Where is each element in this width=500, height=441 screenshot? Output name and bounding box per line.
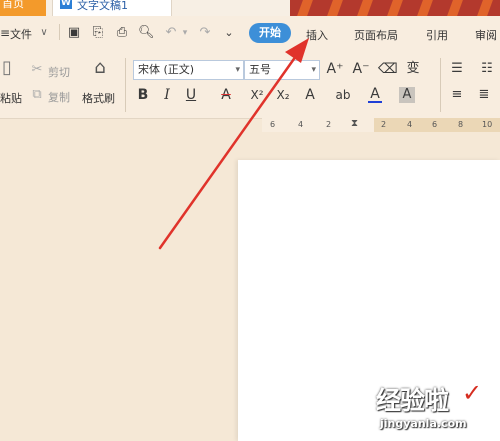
watermark: 经验啦 ✓ jingyanla.com (376, 379, 500, 441)
annotation-arrow (158, 38, 309, 250)
watermark-brand: 经验啦 (376, 386, 449, 415)
watermark-url: jingyanla.com (380, 417, 467, 430)
checkmark-icon: ✓ (462, 379, 483, 407)
